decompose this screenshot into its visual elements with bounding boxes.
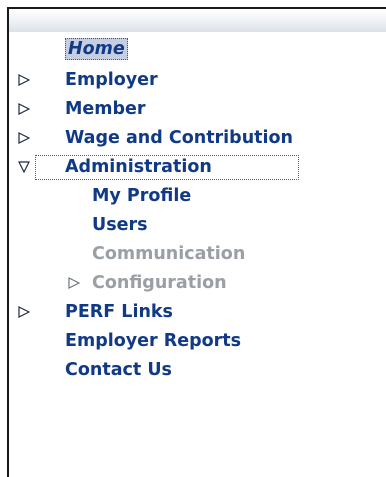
nav-item-member[interactable]: Member [65,97,146,121]
nav-item-home-label[interactable]: Home [65,38,128,60]
nav-item-employer-reports[interactable]: Employer Reports [65,329,241,353]
nav-item-configuration: Configuration [92,271,227,295]
nav-item-employer[interactable]: Employer [65,68,158,92]
nav-item-users-label[interactable]: Users [92,213,148,237]
triangle-right-icon[interactable] [18,74,30,86]
triangle-right-icon[interactable] [18,306,30,318]
triangle-right-icon[interactable] [18,132,30,144]
nav-item-communication-label: Communication [92,244,246,264]
nav-item-employer-reports-label[interactable]: Employer Reports [65,329,241,353]
nav-item-contact-us-label[interactable]: Contact Us [65,358,172,382]
navigation-panel: Home Employer Member Wage and Contributi… [7,7,386,477]
nav-item-member-label[interactable]: Member [65,97,146,121]
nav-item-my-profile[interactable]: My Profile [92,184,191,208]
nav-item-my-profile-label[interactable]: My Profile [92,184,191,208]
nav-item-users[interactable]: Users [92,213,148,237]
nav-item-communication: Communication [92,242,245,266]
nav-item-contact-us[interactable]: Contact Us [65,358,172,382]
nav-item-home[interactable]: Home [65,37,128,61]
nav-item-perf-links[interactable]: PERF Links [65,300,173,324]
nav-item-wage-and-contribution-label[interactable]: Wage and Contribution [65,126,293,150]
nav-item-perf-links-label[interactable]: PERF Links [65,300,173,324]
nav-item-administration[interactable]: Administration [65,155,212,179]
nav-item-configuration-label: Configuration [92,273,227,293]
triangle-right-icon[interactable] [18,103,30,115]
nav-item-administration-label[interactable]: Administration [65,155,212,179]
nav-item-employer-label[interactable]: Employer [65,68,158,92]
panel-header [9,9,386,32]
triangle-down-icon[interactable] [18,161,30,173]
nav-item-wage-and-contribution[interactable]: Wage and Contribution [65,126,293,150]
triangle-right-icon [68,277,80,289]
